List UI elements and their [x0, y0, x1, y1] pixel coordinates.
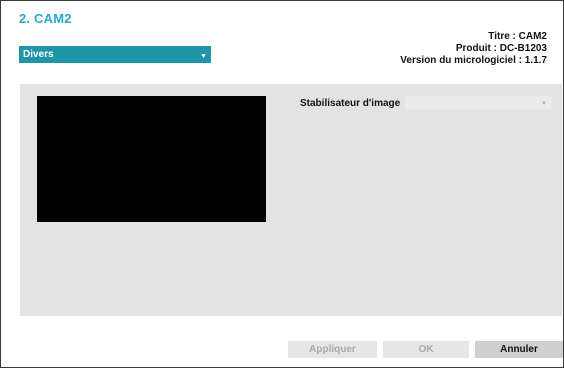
dialog-window: 2. CAM2 Titre : CAM2 Produit : DC-B1203 … — [0, 0, 564, 368]
device-info: Titre : CAM2 Produit : DC-B1203 Version … — [400, 31, 547, 67]
info-title: Titre : CAM2 — [488, 31, 547, 42]
window-title: 2. CAM2 — [19, 11, 72, 26]
chevron-down-icon: ▼ — [200, 53, 207, 60]
settings-panel: Stabilisateur d'image ▼ — [20, 84, 562, 316]
apply-button[interactable]: Appliquer — [288, 341, 377, 358]
camera-preview — [37, 96, 266, 222]
category-dropdown-value: Divers — [23, 49, 54, 60]
stabilizer-select[interactable]: ▼ — [404, 95, 552, 110]
stabilizer-label: Stabilisateur d'image — [300, 98, 401, 109]
category-dropdown[interactable]: Divers ▼ — [19, 46, 211, 63]
info-product: Produit : DC-B1203 — [455, 43, 547, 54]
chevron-down-icon: ▼ — [541, 101, 547, 107]
info-firmware-version: Version du micrologiciel : 1.1.7 — [400, 55, 547, 66]
cancel-button[interactable]: Annuler — [475, 341, 563, 358]
ok-button[interactable]: OK — [383, 341, 469, 358]
